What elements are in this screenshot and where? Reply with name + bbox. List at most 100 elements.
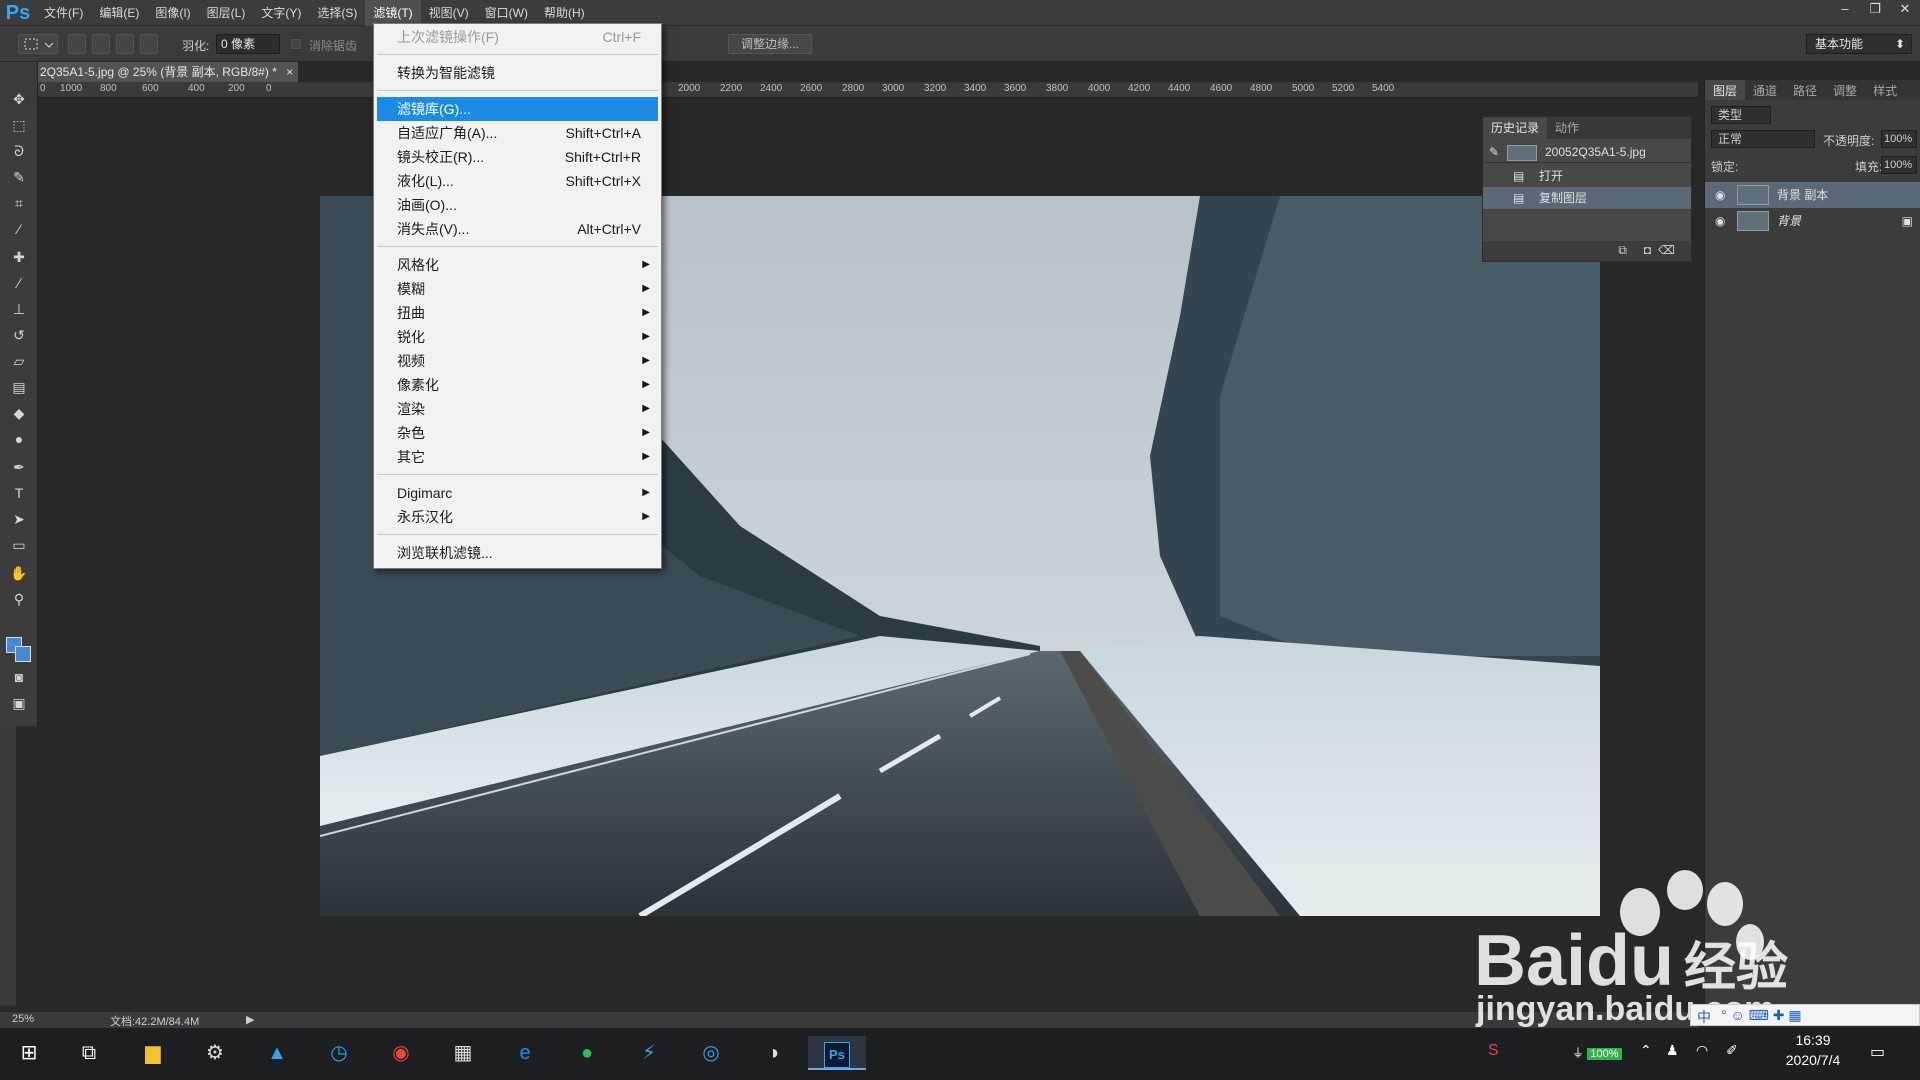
history-brush-tool-icon[interactable]: ↺	[7, 324, 31, 346]
screen-mode-icon[interactable]: ▣	[7, 692, 31, 714]
menu-item[interactable]: 图层(L)	[199, 0, 254, 26]
play-arrow-icon[interactable]: ▶	[246, 1013, 254, 1026]
path-select-tool-icon[interactable]: ➤	[7, 508, 31, 530]
layer-row[interactable]: ◉ 背景 ▣	[1705, 208, 1920, 234]
filter-menu-item[interactable]: 风格化 ▶	[377, 253, 658, 277]
task-view-icon[interactable]: ⧉	[72, 1036, 106, 1070]
filter-menu-item[interactable]: 视频 ▶	[377, 349, 658, 373]
filter-menu-item[interactable]: 转换为智能滤镜	[377, 61, 658, 85]
background-color-swatch[interactable]	[15, 646, 31, 662]
quick-mask-icon[interactable]: ◙	[7, 666, 31, 688]
eraser-tool-icon[interactable]: ▱	[7, 350, 31, 372]
tab-layers[interactable]: 图层	[1705, 80, 1746, 100]
browser-icon[interactable]: ◎	[694, 1036, 728, 1070]
tab-paths[interactable]: 路径	[1785, 80, 1825, 100]
layer-row[interactable]: ◉ 背景 副本	[1705, 182, 1920, 208]
opacity-input[interactable]: 100%	[1881, 130, 1917, 148]
battery-indicator[interactable]: ⏚ 100%	[1572, 1044, 1622, 1061]
clock-icon[interactable]: ◷	[322, 1036, 356, 1070]
ime-tools-icon[interactable]: ° ☺ ⌨ ✚ ▦	[1721, 1007, 1802, 1024]
wifi-icon[interactable]: ◠	[1696, 1042, 1708, 1059]
marquee-preset-picker[interactable]	[18, 34, 58, 54]
subtract-selection-icon[interactable]	[116, 34, 134, 54]
filter-menu-item[interactable]: 镜头校正(R)... Shift+Ctrl+R	[377, 145, 658, 169]
start-icon[interactable]: ⊞	[12, 1036, 46, 1070]
settings-icon[interactable]: ⚙	[198, 1036, 232, 1070]
tray-app-icon[interactable]: ♟	[1666, 1042, 1679, 1059]
ime-toolbar[interactable]: 中 ° ☺ ⌨ ✚ ▦	[1690, 1004, 1920, 1026]
crop-tool-icon[interactable]: ⌗	[7, 192, 31, 214]
menu-item[interactable]: 视图(V)	[421, 0, 477, 26]
filter-menu-item[interactable]: 滤镜库(G)...	[377, 97, 658, 121]
tab-channels[interactable]: 通道	[1745, 80, 1785, 100]
workspace-select[interactable]: 基本功能 ⬍	[1806, 34, 1912, 54]
filter-menu-item[interactable]: 液化(L)... Shift+Ctrl+X	[377, 169, 658, 193]
layer-filter-select[interactable]: 类型	[1711, 106, 1771, 124]
store-icon[interactable]: ▦	[446, 1036, 480, 1070]
document-tab[interactable]: 2Q35A1-5.jpg @ 25% (背景 副本, RGB/8#) * ×	[38, 62, 298, 82]
chevron-up-icon[interactable]: ⌃	[1640, 1042, 1652, 1059]
notification-icon[interactable]: ▭	[1870, 1042, 1885, 1062]
tab-adjustments[interactable]: 调整	[1825, 80, 1865, 100]
menu-item[interactable]: 帮助(H)	[536, 0, 593, 26]
ime-mode[interactable]: 中	[1697, 1007, 1711, 1027]
filter-menu-item[interactable]: 锐化 ▶	[377, 325, 658, 349]
feather-input[interactable]: 0 像素	[216, 34, 280, 54]
blur-tool-icon[interactable]: ◆	[7, 402, 31, 424]
chrome-icon[interactable]: ◉	[384, 1036, 418, 1070]
new-selection-icon[interactable]	[68, 34, 86, 54]
menu-item[interactable]: 文字(Y)	[253, 0, 309, 26]
refine-edge-button[interactable]: 调整边缘...	[728, 34, 812, 54]
filter-menu-item[interactable]: 杂色 ▶	[377, 421, 658, 445]
sogou-icon[interactable]: S	[1488, 1042, 1499, 1060]
trash-icon[interactable]: ⌫	[1658, 243, 1675, 257]
marquee-tool-icon[interactable]: ⬚	[7, 114, 31, 136]
quick-select-tool-icon[interactable]: ✎	[7, 166, 31, 188]
healing-brush-tool-icon[interactable]: ✚	[7, 246, 31, 268]
photoshop-taskbar-icon[interactable]: Ps	[808, 1036, 866, 1070]
pen-icon[interactable]: ✐	[1726, 1042, 1738, 1059]
menu-item[interactable]: 窗口(W)	[477, 0, 536, 26]
new-document-icon[interactable]: ⧉	[1618, 243, 1627, 258]
zoom-tool-icon[interactable]: ⚲	[7, 588, 31, 610]
zoom-level[interactable]: 25%	[12, 1013, 34, 1025]
blend-mode-select[interactable]: 正常	[1711, 130, 1815, 148]
filter-menu-item[interactable]: 模糊 ▶	[377, 277, 658, 301]
wechat-icon[interactable]: ●	[570, 1036, 604, 1070]
filter-menu-item[interactable]: 消失点(V)... Alt+Ctrl+V	[377, 217, 658, 241]
filter-menu-item[interactable]: 油画(O)...	[377, 193, 658, 217]
menu-item[interactable]: 编辑(E)	[91, 0, 147, 26]
close-tab-icon[interactable]: ×	[286, 65, 293, 79]
type-tool-icon[interactable]: T	[7, 482, 31, 504]
intersect-selection-icon[interactable]	[140, 34, 158, 54]
history-step[interactable]: ▤ 打开	[1483, 165, 1691, 187]
file-explorer-icon[interactable]: ▆	[136, 1036, 170, 1070]
brush-tool-icon[interactable]: ∕	[7, 272, 31, 294]
lasso-tool-icon[interactable]: ᘐ	[7, 140, 31, 162]
antialias-checkbox[interactable]	[291, 39, 301, 49]
shape-tool-icon[interactable]: ▭	[7, 534, 31, 556]
clock-time[interactable]: 16:39	[1776, 1032, 1850, 1048]
filter-menu-item[interactable]: 渲染 ▶	[377, 397, 658, 421]
history-step[interactable]: ▤ 复制图层	[1483, 187, 1691, 209]
filter-menu-item[interactable]: 其它 ▶	[377, 445, 658, 469]
media-icon[interactable]: ◑	[756, 1036, 790, 1070]
eye-icon[interactable]: ◉	[1715, 182, 1725, 208]
history-snapshot[interactable]: ✎ 20052Q35A1-5.jpg	[1483, 141, 1691, 163]
filter-menu-item[interactable]: 扭曲 ▶	[377, 301, 658, 325]
tab-history[interactable]: 历史记录	[1483, 117, 1548, 139]
add-selection-icon[interactable]	[92, 34, 110, 54]
camera-icon[interactable]: ◘	[1644, 243, 1651, 257]
thunder-icon[interactable]: ⚡	[632, 1036, 666, 1070]
filter-menu-item[interactable]: 像素化 ▶	[377, 373, 658, 397]
eyedropper-tool-icon[interactable]: ⁄	[7, 218, 31, 240]
minimize-button[interactable]: –	[1830, 0, 1860, 20]
dodge-tool-icon[interactable]: ●	[7, 428, 31, 450]
fill-input[interactable]: 100%	[1881, 156, 1917, 174]
move-tool-icon[interactable]: ✥	[7, 88, 31, 110]
clone-stamp-tool-icon[interactable]: ⊥	[7, 298, 31, 320]
menu-item[interactable]: 选择(S)	[309, 0, 365, 26]
tab-styles[interactable]: 样式	[1865, 80, 1905, 100]
hand-tool-icon[interactable]: ✋	[7, 562, 31, 584]
filter-menu-item[interactable]: Digimarc ▶	[377, 481, 658, 505]
